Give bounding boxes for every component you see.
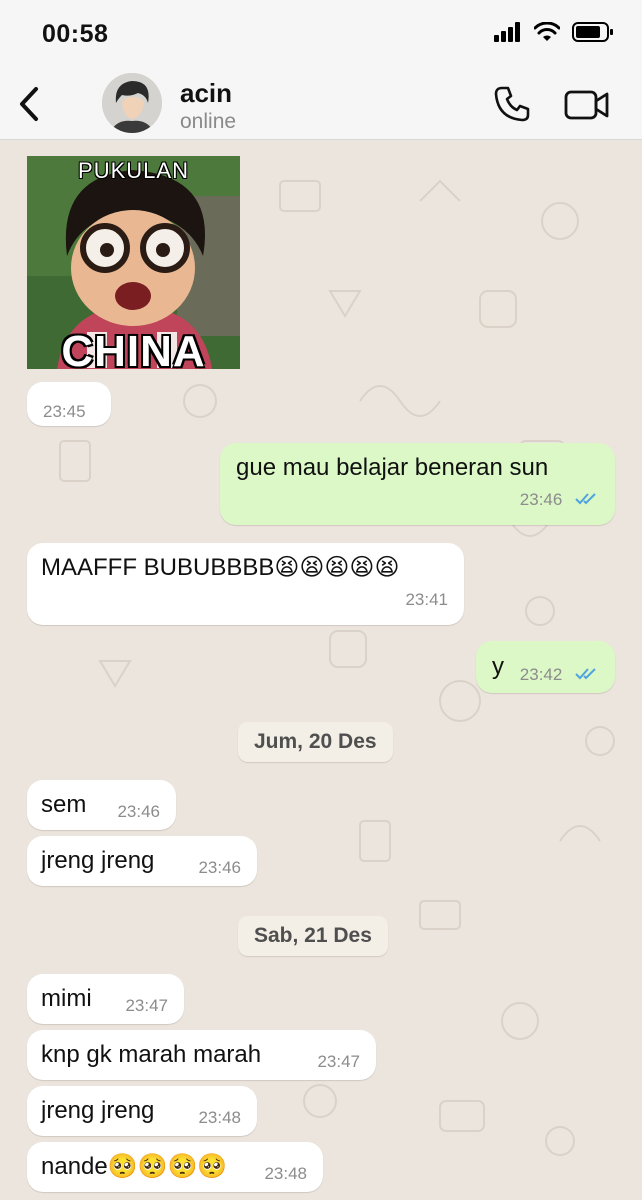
message-text: knp gk marah marah bbox=[41, 1041, 262, 1068]
message-time: 23:45 bbox=[43, 402, 86, 421]
message-time: 23:46 bbox=[198, 858, 241, 877]
status-time: 00:58 bbox=[42, 20, 109, 48]
signal-icon bbox=[494, 22, 520, 42]
message-time: 23:42 bbox=[519, 665, 563, 684]
voice-call-button[interactable] bbox=[492, 84, 532, 124]
message-time: 23:47 bbox=[125, 996, 168, 1015]
back-button[interactable] bbox=[12, 84, 48, 124]
message-bubble-incoming[interactable]: MAAFFF BUBUBBBB😫😫😫😫😫 23:41 bbox=[27, 543, 464, 625]
avatar-image bbox=[102, 73, 162, 133]
battery-icon bbox=[572, 22, 613, 42]
message-bubble-incoming[interactable]: jreng jreng 23:48 bbox=[27, 1086, 257, 1136]
message-text: nande🥺🥺🥺🥺 bbox=[41, 1153, 228, 1180]
status-bar: 00:58 bbox=[0, 0, 642, 70]
message-bubble-outgoing[interactable]: gue mau belajar beneran sun 23:46 bbox=[220, 443, 615, 525]
contact-avatar[interactable] bbox=[102, 73, 162, 133]
contact-name[interactable]: acin bbox=[180, 78, 232, 109]
message-time: 23:46 bbox=[519, 490, 563, 509]
video-call-button[interactable] bbox=[564, 88, 610, 122]
back-chevron-icon bbox=[20, 87, 38, 121]
message-time: 23:48 bbox=[264, 1164, 307, 1183]
message-bubble-incoming[interactable]: jreng jreng 23:46 bbox=[27, 836, 257, 886]
sticker-caption-bottom: CHINA bbox=[61, 327, 206, 369]
video-camera-icon bbox=[564, 90, 609, 120]
message-bubble-incoming[interactable]: nande🥺🥺🥺🥺 23:48 bbox=[27, 1142, 323, 1192]
message-text: jreng jreng bbox=[41, 1097, 155, 1124]
message-text: y bbox=[492, 653, 504, 680]
message-time: 23:47 bbox=[317, 1052, 360, 1071]
message-text: jreng jreng bbox=[41, 847, 155, 874]
message-bubble-outgoing[interactable]: y 23:42 bbox=[476, 641, 615, 693]
chat-area[interactable]: PUKULAN CHINA 23:45 gue mau belajar bene… bbox=[0, 141, 642, 1200]
double-check-icon bbox=[575, 492, 596, 505]
message-bubble-incoming[interactable]: knp gk marah marah 23:47 bbox=[27, 1030, 376, 1080]
chat-header: acin online bbox=[0, 70, 642, 140]
message-text: MAAFFF BUBUBBBB😫😫😫😫😫 bbox=[41, 554, 400, 581]
message-text: sem bbox=[41, 791, 87, 818]
date-separator: Sab, 21 Des bbox=[238, 916, 388, 956]
message-text: gue mau belajar beneran sun bbox=[236, 454, 549, 481]
message-bubble-incoming[interactable]: sem 23:46 bbox=[27, 780, 176, 830]
message-time: 23:48 bbox=[198, 1108, 241, 1127]
sticker-time-bubble: 23:45 bbox=[27, 382, 111, 426]
double-check-icon bbox=[575, 667, 596, 680]
message-bubble-incoming[interactable]: mimi 23:47 bbox=[27, 974, 184, 1024]
wifi-icon bbox=[534, 22, 560, 41]
date-separator: Jum, 20 Des bbox=[238, 722, 393, 762]
message-text: mimi bbox=[41, 985, 92, 1012]
sticker-image[interactable]: PUKULAN CHINA bbox=[27, 156, 240, 369]
contact-status: online bbox=[180, 110, 237, 133]
message-time: 23:46 bbox=[117, 802, 160, 821]
message-time: 23:41 bbox=[405, 590, 448, 609]
phone-icon bbox=[494, 86, 530, 122]
sticker-caption-top: PUKULAN bbox=[78, 158, 189, 183]
status-icons bbox=[494, 22, 614, 42]
